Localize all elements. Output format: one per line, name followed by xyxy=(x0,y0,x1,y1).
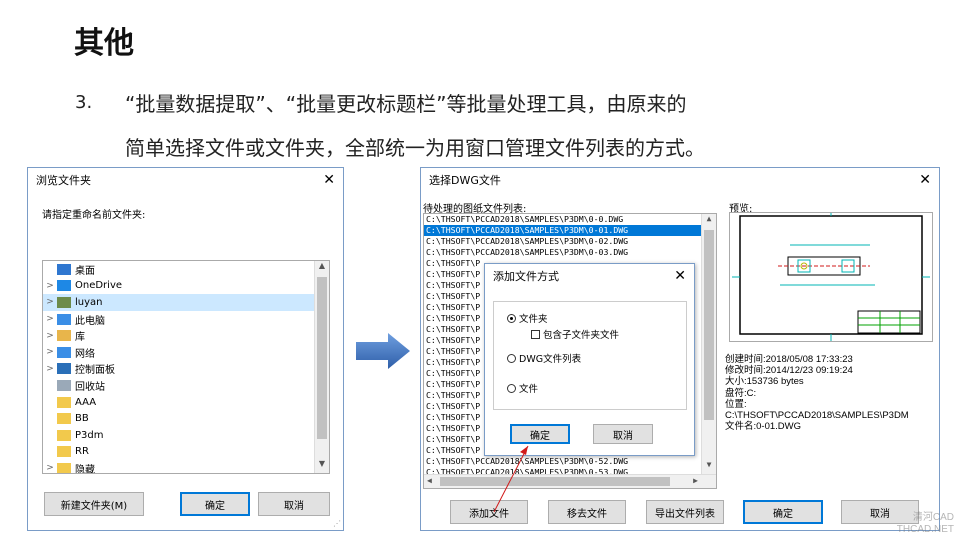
watermark-line1: 清河CAD xyxy=(912,512,954,523)
watermark-line2: THCAD.NET xyxy=(896,524,954,535)
annotation-arrow-icon xyxy=(493,445,529,513)
watermark: 清河CAD THCAD.NET xyxy=(897,512,954,536)
